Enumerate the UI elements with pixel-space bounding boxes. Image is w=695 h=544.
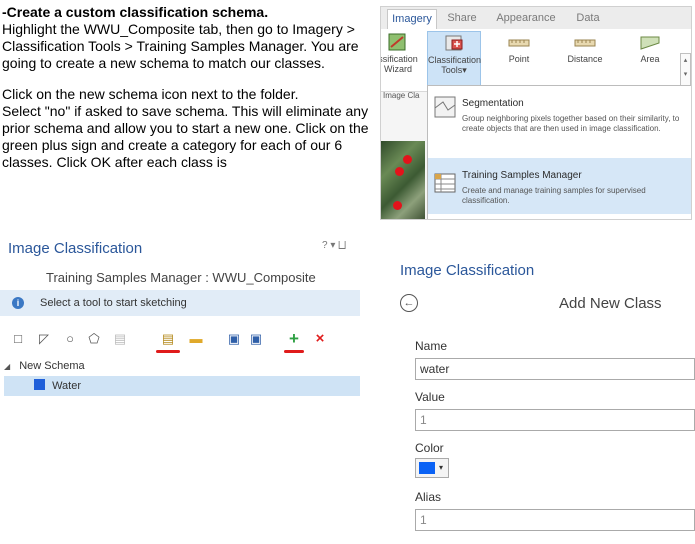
panel-title: Image Classification: [400, 262, 535, 279]
sample-point-marker: [403, 155, 412, 164]
instructions-step-3: Select "no" if asked to save schema. Thi…: [2, 103, 369, 170]
highlight-underline: [284, 350, 304, 353]
distance-button[interactable]: Distance: [563, 31, 607, 64]
map-thumbnail: [381, 141, 425, 219]
tab-imagery[interactable]: Imagery: [387, 9, 437, 29]
select-tool-icon[interactable]: ▤: [112, 331, 128, 347]
circle-tool-icon[interactable]: ○: [62, 331, 78, 347]
instructions-title: -Create a custom classification schema.: [2, 4, 269, 20]
new-schema-icon[interactable]: ▤: [160, 331, 176, 347]
class-color-swatch: [34, 379, 45, 390]
color-swatch: [419, 462, 435, 474]
tab-share[interactable]: Share: [443, 9, 481, 28]
highlight-underline: [156, 350, 180, 353]
ribbon-tabs: Imagery Share Appearance Data: [381, 7, 691, 29]
color-label: Color: [415, 441, 444, 455]
schema-tree: ◢ New Schema Water: [4, 356, 360, 396]
point-button[interactable]: Point: [499, 31, 539, 64]
schema-node[interactable]: ◢ New Schema: [4, 356, 360, 376]
wizard-icon: [388, 33, 406, 51]
add-class-icon[interactable]: +: [286, 330, 302, 347]
ribbon-tools: ssification Wizard Classification Tools▾…: [381, 29, 691, 111]
scroll-up-icon: ▴: [683, 57, 688, 64]
info-bar: i Select a tool to start sketching: [0, 290, 360, 316]
classification-tools-button[interactable]: Classification Tools▾: [427, 31, 481, 89]
add-new-class-panel: Image Classification ← Add New Class Nam…: [396, 258, 695, 544]
sample-point-marker: [395, 167, 404, 176]
panel-controls[interactable]: ? ▾ ⨆: [322, 240, 346, 251]
ruler-area-icon: [640, 36, 660, 50]
menu-item-training-samples-manager[interactable]: Training Samples Manager Create and mana…: [428, 158, 691, 214]
training-samples-icon: [434, 173, 456, 193]
rectangle-tool-icon[interactable]: □: [10, 331, 26, 347]
tsm-toolbar: □ ◸ ○ ⬠ ▤ ▤ ▬ ▣ ▣ + ×: [0, 328, 360, 350]
panel-subtitle: Training Samples Manager : WWU_Composite: [46, 270, 316, 285]
info-message: Select a tool to start sketching: [40, 297, 187, 309]
freehand-tool-icon[interactable]: ⬠: [86, 331, 102, 347]
name-label: Name: [415, 339, 448, 353]
menu-item-segmentation[interactable]: Segmentation Group neighboring pixels to…: [428, 90, 691, 152]
open-folder-icon[interactable]: ▬: [188, 331, 204, 347]
alias-label: Alias: [415, 490, 442, 504]
panel-title: Image Classification: [8, 240, 143, 257]
panel-subtitle: Add New Class: [559, 295, 662, 312]
classification-tools-icon: [445, 35, 463, 51]
tab-appearance[interactable]: Appearance: [491, 9, 561, 28]
back-arrow-icon[interactable]: ←: [400, 294, 418, 312]
instructions-step-1: Highlight the WWU_Composite tab, then go…: [2, 21, 359, 71]
instructions: -Create a custom classification schema. …: [2, 4, 372, 171]
instructions-step-2: Click on the new schema icon next to the…: [2, 86, 299, 102]
ruler-point-icon: [508, 39, 530, 47]
tab-data[interactable]: Data: [571, 9, 605, 28]
segmentation-icon: [434, 96, 456, 118]
classification-wizard-button[interactable]: ssification Wizard: [381, 31, 423, 74]
chevron-down-icon: ▾: [439, 463, 444, 472]
alias-field[interactable]: 1: [415, 509, 695, 531]
value-label: Value: [415, 390, 445, 404]
collapse-arrow-icon[interactable]: ◢: [4, 362, 10, 371]
area-button[interactable]: Area: [635, 31, 665, 64]
imagery-ribbon: Imagery Share Appearance Data ssificatio…: [380, 6, 692, 220]
classification-tools-menu: Segmentation Group neighboring pixels to…: [427, 85, 691, 219]
save-as-icon[interactable]: ▣: [248, 331, 264, 347]
ruler-distance-icon: [574, 39, 596, 47]
polygon-tool-icon[interactable]: ◸: [36, 331, 52, 347]
instruction-text-block: -Create a custom classification schema. …: [0, 0, 372, 228]
class-row-water[interactable]: Water: [4, 376, 360, 396]
info-icon: i: [12, 297, 24, 309]
training-samples-manager-panel: Image Classification ? ▾ ⨆ Training Samp…: [0, 236, 360, 402]
scroll-down-icon: ▾: [683, 71, 688, 78]
save-icon[interactable]: ▣: [226, 331, 242, 347]
name-field[interactable]: water: [415, 358, 695, 380]
remove-class-icon[interactable]: ×: [312, 331, 328, 347]
ribbon-group-label: Image Cla: [383, 91, 420, 100]
sample-point-marker: [393, 201, 402, 210]
value-field[interactable]: 1: [415, 409, 695, 431]
color-picker-button[interactable]: ▾: [415, 458, 449, 478]
